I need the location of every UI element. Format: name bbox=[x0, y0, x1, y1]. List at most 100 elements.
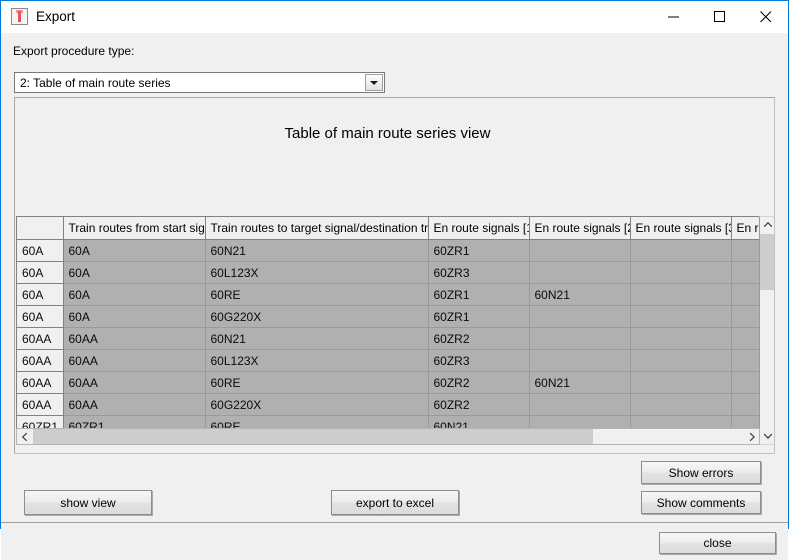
cell-start-signal[interactable]: 60AA bbox=[63, 327, 206, 350]
cell-en-route-4[interactable] bbox=[731, 261, 762, 284]
column-header-en-route-2[interactable]: En route signals [2] bbox=[529, 217, 631, 240]
show-errors-button[interactable]: Show errors bbox=[641, 461, 761, 484]
cell-en-route-3[interactable] bbox=[630, 239, 732, 262]
cell-en-route-2[interactable]: 60N21 bbox=[529, 283, 631, 306]
vertical-scrollbar-thumb[interactable] bbox=[760, 234, 774, 290]
cell-target-signal[interactable]: 60N21 bbox=[205, 239, 429, 262]
cell-en-route-3[interactable] bbox=[630, 371, 732, 394]
cell-target-signal[interactable]: 60RE bbox=[205, 371, 429, 394]
column-header-en-route-4[interactable]: En rou bbox=[731, 217, 762, 240]
combobox-dropdown-button[interactable] bbox=[365, 74, 383, 91]
row-header[interactable]: 60A bbox=[17, 239, 64, 262]
cell-en-route-2[interactable] bbox=[529, 393, 631, 416]
row-header[interactable]: 60AA bbox=[17, 393, 64, 416]
cell-target-signal[interactable]: 60L123X bbox=[205, 349, 429, 372]
row-header[interactable]: 60AA bbox=[17, 371, 64, 394]
cell-en-route-1[interactable]: 60ZR1 bbox=[428, 305, 530, 328]
cell-en-route-2[interactable] bbox=[529, 305, 631, 328]
cell-en-route-3[interactable] bbox=[630, 283, 732, 306]
table-row[interactable]: 60AA 60AA 60RE 60ZR2 60N21 bbox=[17, 371, 762, 394]
close-icon bbox=[759, 10, 771, 22]
column-header-en-route-1[interactable]: En route signals [1] bbox=[428, 217, 530, 240]
cell-en-route-2[interactable] bbox=[529, 327, 631, 350]
close-button[interactable]: close bbox=[659, 532, 776, 554]
cell-en-route-3[interactable] bbox=[630, 261, 732, 284]
cell-en-route-1[interactable]: 60ZR2 bbox=[428, 393, 530, 416]
cell-target-signal[interactable]: 60N21 bbox=[205, 327, 429, 350]
cell-en-route-1[interactable]: 60ZR1 bbox=[428, 283, 530, 306]
cell-en-route-2[interactable]: 60N21 bbox=[529, 371, 631, 394]
minimize-button[interactable] bbox=[651, 1, 696, 32]
vertical-scrollbar[interactable] bbox=[759, 216, 774, 445]
column-header-rownum[interactable] bbox=[17, 217, 64, 240]
export-to-excel-button[interactable]: export to excel bbox=[331, 490, 459, 515]
cell-en-route-4[interactable] bbox=[731, 393, 762, 416]
table-row[interactable]: 60A 60A 60L123X 60ZR3 bbox=[17, 261, 762, 284]
column-header-en-route-3[interactable]: En route signals [3] bbox=[630, 217, 732, 240]
cell-en-route-1[interactable]: 60ZR2 bbox=[428, 371, 530, 394]
column-header-target-signal[interactable]: Train routes to target signal/destinatio… bbox=[205, 217, 429, 240]
cell-en-route-4[interactable] bbox=[731, 283, 762, 306]
horizontal-scrollbar[interactable] bbox=[16, 428, 760, 445]
table-row[interactable]: 60A 60A 60G220X 60ZR1 bbox=[17, 305, 762, 328]
cell-en-route-2[interactable] bbox=[529, 239, 631, 262]
cell-target-signal[interactable]: 60G220X bbox=[205, 393, 429, 416]
cell-en-route-2[interactable] bbox=[529, 349, 631, 372]
chevron-down-icon bbox=[370, 81, 378, 85]
cell-en-route-2[interactable] bbox=[529, 261, 631, 284]
scroll-up-button[interactable] bbox=[760, 217, 774, 233]
cell-en-route-3[interactable] bbox=[630, 393, 732, 416]
minimize-icon bbox=[667, 16, 679, 17]
cell-en-route-3[interactable] bbox=[630, 327, 732, 350]
cell-start-signal[interactable]: 60A bbox=[63, 239, 206, 262]
scroll-right-button[interactable] bbox=[744, 429, 759, 444]
column-header-start-signal[interactable]: Train routes from start signal bbox=[63, 217, 206, 240]
horizontal-scrollbar-thumb[interactable] bbox=[33, 429, 593, 444]
row-header[interactable]: 60A bbox=[17, 305, 64, 328]
table-row[interactable]: 60AA 60AA 60L123X 60ZR3 bbox=[17, 349, 762, 372]
cell-en-route-1[interactable]: 60ZR2 bbox=[428, 327, 530, 350]
close-window-button[interactable] bbox=[743, 1, 788, 32]
show-comments-button[interactable]: Show comments bbox=[641, 491, 761, 514]
row-header[interactable]: 60A bbox=[17, 283, 64, 306]
title-bar: Export bbox=[1, 1, 788, 33]
table-row[interactable]: 60A 60A 60N21 60ZR1 bbox=[17, 239, 762, 262]
cell-en-route-1[interactable]: 60ZR3 bbox=[428, 261, 530, 284]
chevron-down-icon bbox=[763, 433, 772, 439]
main-route-series-table[interactable]: Train routes from start signal Train rou… bbox=[16, 216, 762, 439]
cell-target-signal[interactable]: 60L123X bbox=[205, 261, 429, 284]
row-header[interactable]: 60AA bbox=[17, 327, 64, 350]
cell-target-signal[interactable]: 60G220X bbox=[205, 305, 429, 328]
cell-en-route-4[interactable] bbox=[731, 305, 762, 328]
procedure-type-label: Export procedure type: bbox=[13, 44, 135, 58]
procedure-type-value: 2: Table of main route series bbox=[20, 76, 171, 90]
cell-start-signal[interactable]: 60AA bbox=[63, 349, 206, 372]
table-row[interactable]: 60AA 60AA 60G220X 60ZR2 bbox=[17, 393, 762, 416]
cell-target-signal[interactable]: 60RE bbox=[205, 283, 429, 306]
cell-start-signal[interactable]: 60A bbox=[63, 283, 206, 306]
cell-start-signal[interactable]: 60AA bbox=[63, 393, 206, 416]
cell-en-route-3[interactable] bbox=[630, 305, 732, 328]
view-panel: Table of main route series view Train ro… bbox=[14, 97, 775, 454]
cell-start-signal[interactable]: 60AA bbox=[63, 371, 206, 394]
cell-en-route-4[interactable] bbox=[731, 371, 762, 394]
scroll-left-button[interactable] bbox=[17, 429, 32, 444]
cell-en-route-4[interactable] bbox=[731, 239, 762, 262]
cell-en-route-3[interactable] bbox=[630, 349, 732, 372]
show-view-button[interactable]: show view bbox=[24, 490, 152, 515]
maximize-icon bbox=[713, 10, 725, 22]
row-header[interactable]: 60AA bbox=[17, 349, 64, 372]
cell-start-signal[interactable]: 60A bbox=[63, 261, 206, 284]
cell-en-route-4[interactable] bbox=[731, 327, 762, 350]
window-title: Export bbox=[36, 9, 76, 24]
procedure-type-combobox[interactable]: 2: Table of main route series bbox=[14, 72, 385, 93]
cell-en-route-1[interactable]: 60ZR3 bbox=[428, 349, 530, 372]
cell-en-route-4[interactable] bbox=[731, 349, 762, 372]
table-row[interactable]: 60AA 60AA 60N21 60ZR2 bbox=[17, 327, 762, 350]
cell-en-route-1[interactable]: 60ZR1 bbox=[428, 239, 530, 262]
cell-start-signal[interactable]: 60A bbox=[63, 305, 206, 328]
maximize-button[interactable] bbox=[697, 1, 742, 32]
scroll-down-button[interactable] bbox=[760, 428, 774, 444]
table-row[interactable]: 60A 60A 60RE 60ZR1 60N21 bbox=[17, 283, 762, 306]
row-header[interactable]: 60A bbox=[17, 261, 64, 284]
